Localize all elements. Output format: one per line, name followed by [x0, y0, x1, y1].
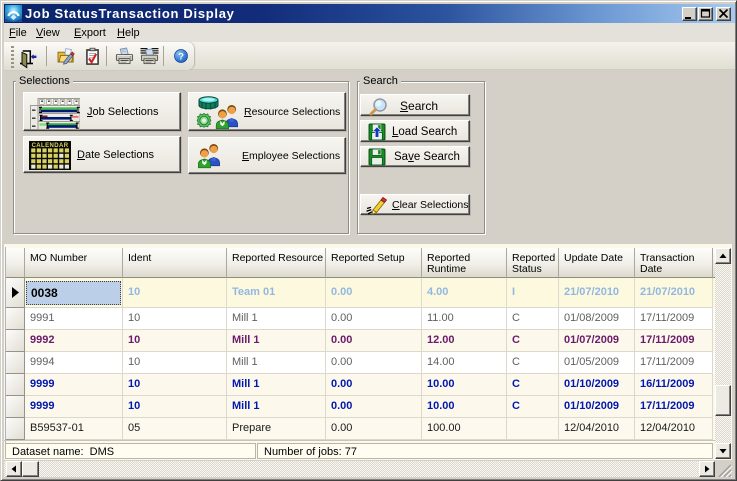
svg-text:CALENDAR: CALENDAR: [32, 143, 69, 149]
svg-text:?: ?: [178, 52, 184, 63]
